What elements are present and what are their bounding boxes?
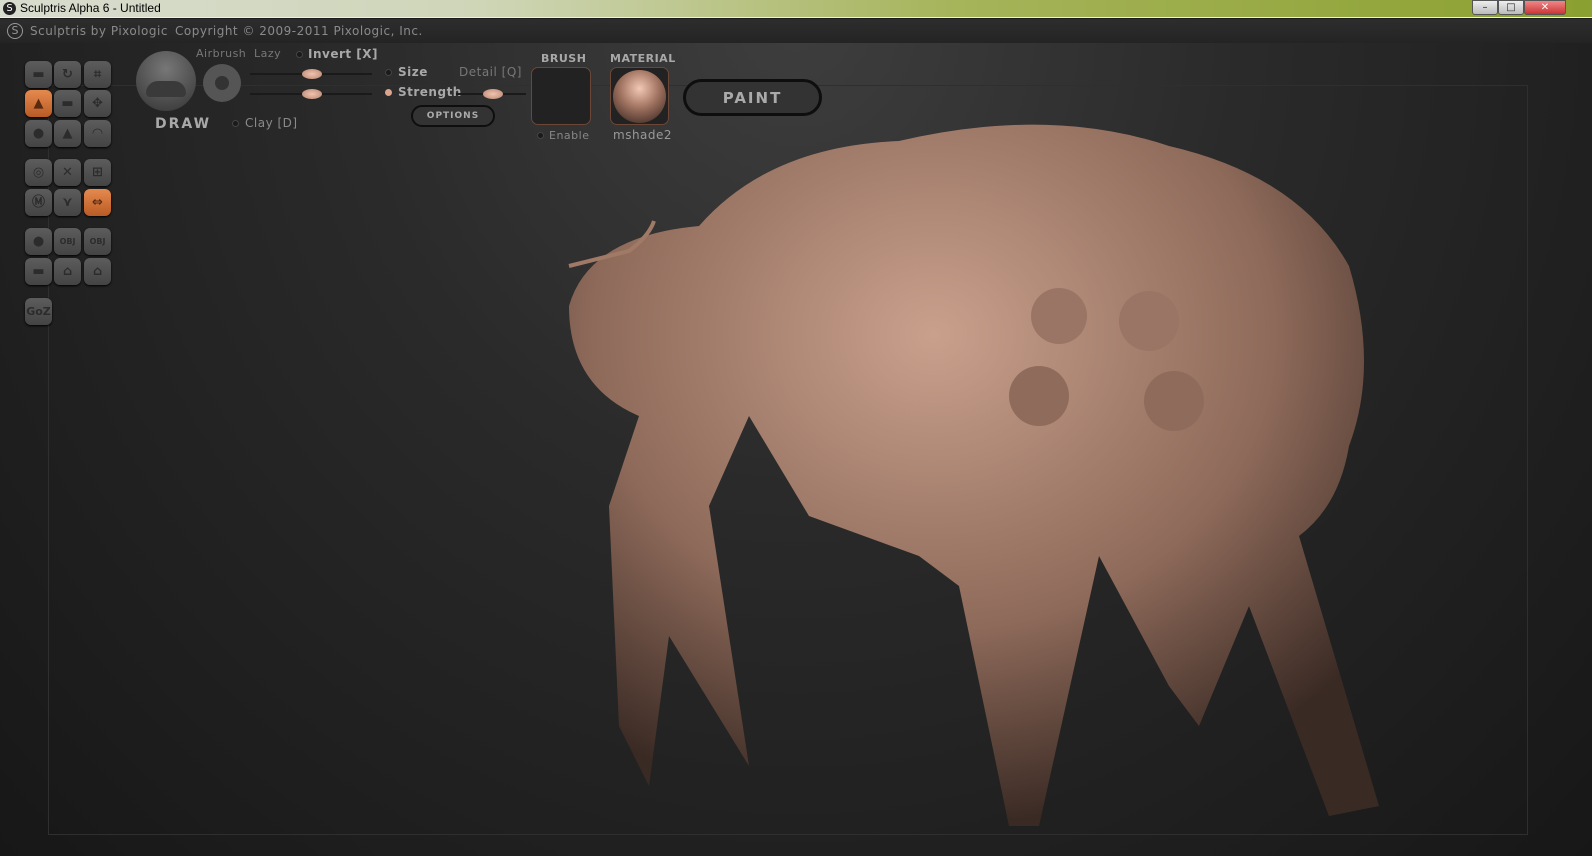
material-label: MATERIAL xyxy=(610,52,676,65)
save-file-icon[interactable]: ⌂ xyxy=(84,258,111,285)
window-title: Sculptris Alpha 6 - Untitled xyxy=(20,1,161,15)
export-obj-button[interactable]: OBJ xyxy=(84,228,111,255)
strength-slider-knob[interactable] xyxy=(302,89,322,99)
close-button[interactable]: ✕ xyxy=(1524,0,1566,15)
size-slider-knob[interactable] xyxy=(302,69,322,79)
size-label: Size xyxy=(398,65,428,79)
invert-radio[interactable] xyxy=(296,51,303,58)
pixologic-logo-icon: S xyxy=(7,23,23,39)
invert-label: Invert [X] xyxy=(308,47,379,61)
strength-radio[interactable] xyxy=(385,89,392,96)
inflate-brush-icon[interactable]: ● xyxy=(25,120,52,147)
clay-radio[interactable] xyxy=(232,120,239,127)
detail-slider[interactable] xyxy=(456,89,526,99)
clay-label: Clay [D] xyxy=(245,116,298,130)
airbrush-lazy-dial[interactable] xyxy=(203,64,241,102)
flatten-brush-icon[interactable]: ▬ xyxy=(54,90,81,117)
import-obj-button[interactable]: OBJ xyxy=(54,228,81,255)
brush-label: BRUSH xyxy=(541,52,587,65)
minimize-button[interactable]: – xyxy=(1472,0,1498,15)
mask-icon[interactable]: Ⓜ xyxy=(25,189,52,216)
app-logo-icon: S xyxy=(3,2,16,15)
brush-texture-slot[interactable] xyxy=(531,67,591,125)
reduce-brush-icon[interactable]: ◎ xyxy=(25,159,52,186)
header-bar: S Sculptris by Pixologic Copyright © 200… xyxy=(0,19,1592,43)
symmetry-wave-icon[interactable]: ⋎ xyxy=(54,189,81,216)
strength-slider[interactable] xyxy=(250,89,372,99)
rotate-icon[interactable]: ↻ xyxy=(54,61,81,88)
new-sphere-icon[interactable]: ● xyxy=(25,228,52,255)
app-name: Sculptris by Pixologic xyxy=(30,24,168,38)
3d-viewport[interactable] xyxy=(48,85,1528,835)
lazy-toggle[interactable]: Lazy xyxy=(254,47,281,60)
maximize-button[interactable]: □ xyxy=(1498,0,1524,15)
grab-move-icon[interactable]: ✥ xyxy=(84,90,111,117)
sculpted-creature-model xyxy=(568,124,1379,826)
pinch-brush-icon[interactable]: ▲ xyxy=(54,120,81,147)
smooth-brush-icon[interactable]: ◠ xyxy=(84,120,111,147)
material-name: mshade2 xyxy=(613,128,673,142)
paint-button[interactable]: PAINT xyxy=(683,79,822,116)
new-plane-icon[interactable]: ▬ xyxy=(25,258,52,285)
tool-name: DRAW xyxy=(155,116,212,132)
material-sphere-icon xyxy=(613,70,666,123)
material-slot[interactable] xyxy=(610,67,669,125)
detail-slider-knob[interactable] xyxy=(483,89,503,99)
sculptris-app: S Sculptris by Pixologic Copyright © 200… xyxy=(0,19,1592,856)
symmetry-icon[interactable]: ⇔ xyxy=(84,189,111,216)
brush-enable-label: Enable xyxy=(549,129,590,142)
size-slider[interactable] xyxy=(250,69,372,79)
options-button[interactable]: OPTIONS xyxy=(411,105,495,127)
brush-enable-radio[interactable] xyxy=(537,132,544,139)
window-titlebar: S Sculptris Alpha 6 - Untitled – □ ✕ xyxy=(0,0,1592,18)
draw-brush-icon[interactable]: ▲ xyxy=(25,90,52,117)
draw-tool-icon[interactable]: ▬ xyxy=(25,61,52,88)
wireframe-icon[interactable]: ✕ xyxy=(54,159,81,186)
crop-icon[interactable]: ⌗ xyxy=(84,61,111,88)
grid-icon[interactable]: ⊞ xyxy=(84,159,111,186)
open-file-icon[interactable]: ⌂ xyxy=(54,258,81,285)
brush-preview-icon xyxy=(136,51,196,111)
size-radio[interactable] xyxy=(385,69,392,76)
copyright: Copyright © 2009-2011 Pixologic, Inc. xyxy=(175,24,423,38)
strength-label: Strength xyxy=(398,85,462,99)
goz-button[interactable]: GoZ xyxy=(25,298,52,325)
detail-label: Detail [Q] xyxy=(459,65,522,79)
airbrush-toggle[interactable]: Airbrush xyxy=(196,47,246,60)
